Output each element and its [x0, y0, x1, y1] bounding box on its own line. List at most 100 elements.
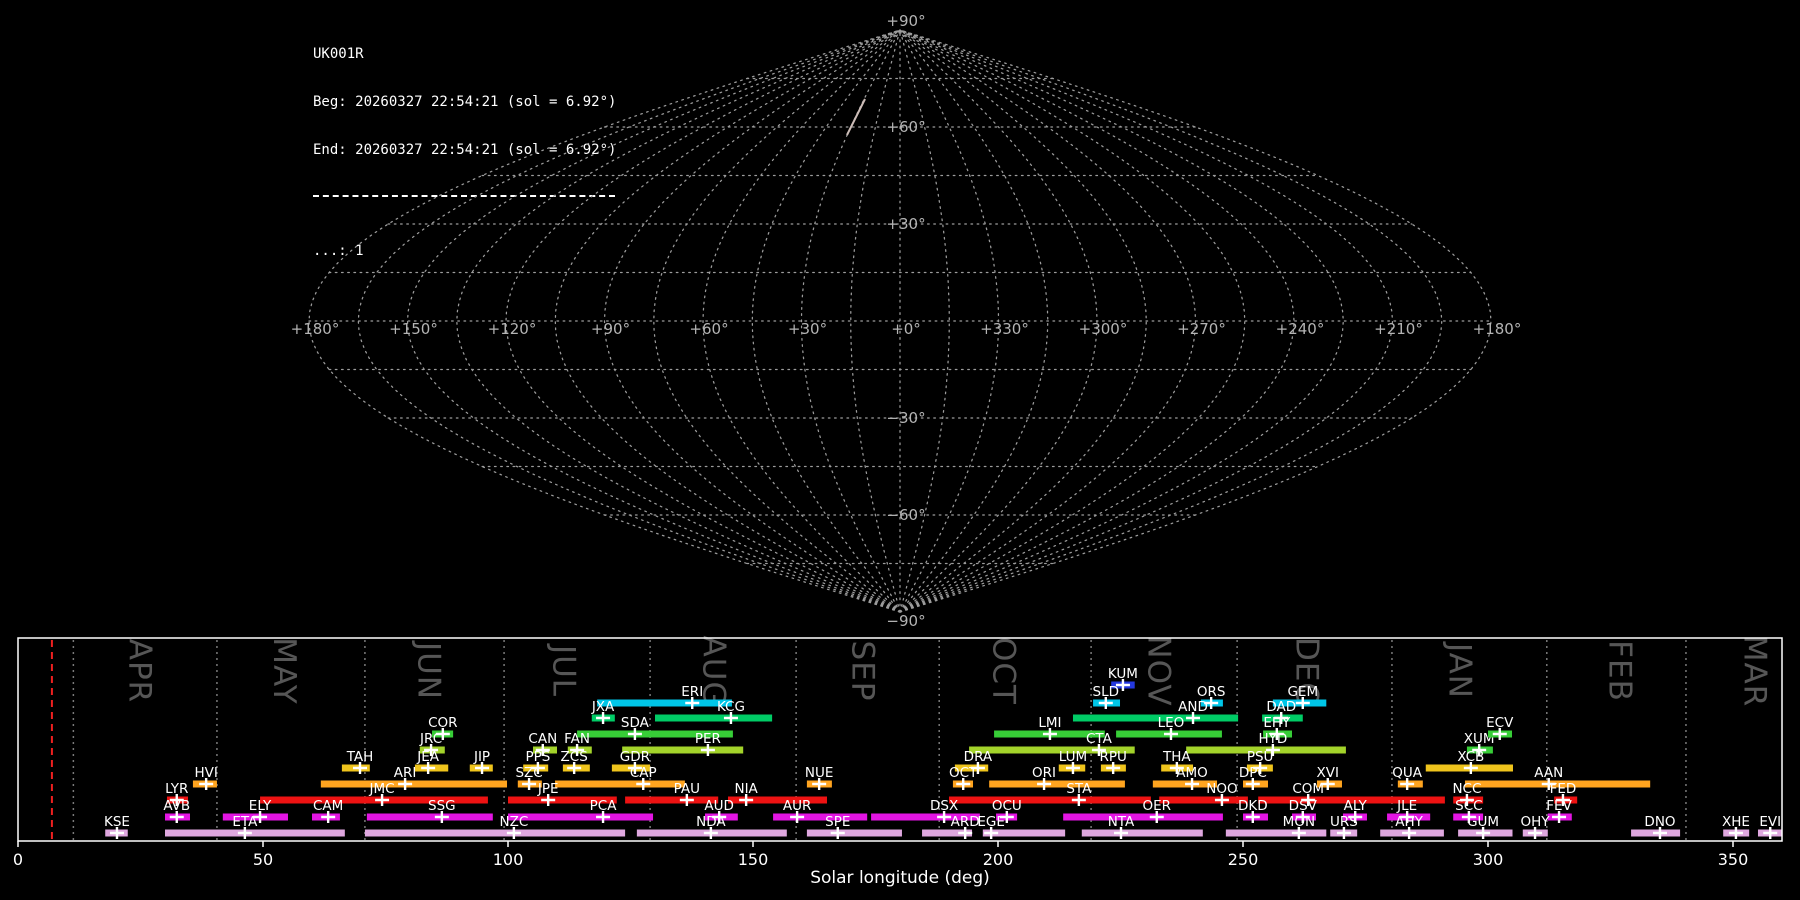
shower-bar — [597, 700, 732, 707]
shower-code-label: DSX — [930, 798, 958, 814]
shower-code-label: SDA — [621, 715, 650, 731]
shower-code-label: URS — [1330, 814, 1358, 830]
shower-xhe: XHE — [1722, 814, 1750, 839]
shower-code-label: ZCS — [561, 749, 588, 765]
month-label: MAR — [1737, 635, 1773, 708]
shower-code-label: XVI — [1317, 765, 1339, 781]
tick-label: 0 — [13, 850, 23, 869]
shower-code-label: JEA — [416, 749, 440, 765]
shower-zcs: ZCS — [561, 749, 590, 774]
lon-label: +30° — [788, 320, 827, 338]
shower-code-label: SPE — [825, 814, 850, 830]
shower-code-label: XHE — [1722, 814, 1750, 830]
lon-label: +150° — [389, 320, 438, 338]
shower-bar — [367, 814, 493, 821]
lat-label: −60° — [886, 506, 925, 524]
shower-layer: KUMERISLDORSGEMJXAKCGANDDADCORSDALMILEOE… — [104, 666, 1782, 839]
shower-code-label: GDR — [620, 749, 650, 765]
shower-code-label: AMO — [1176, 765, 1208, 781]
tick-label: 350 — [1718, 850, 1749, 869]
lat-label: −30° — [886, 409, 925, 427]
shower-code-label: THA — [1162, 749, 1191, 765]
shower-code-label: MON — [1283, 814, 1315, 830]
shower-bar — [949, 797, 1151, 804]
shower-mon: MON — [1226, 814, 1326, 839]
shower-bar — [1159, 797, 1248, 804]
shower-code-label: KSE — [104, 814, 130, 830]
shower-code-label: EHY — [1263, 715, 1291, 731]
x-axis-title: Solar longitude (deg) — [810, 868, 990, 888]
lon-label: +300° — [1079, 320, 1128, 338]
shower-oct: OCT — [949, 765, 978, 790]
lat-label: +60° — [886, 118, 925, 136]
shower-code-label: ECV — [1486, 715, 1514, 731]
shower-code-label: LEO — [1158, 715, 1185, 731]
shower-bar — [989, 781, 1125, 788]
shower-bar — [807, 830, 902, 837]
shower-code-label: FAN — [564, 731, 590, 747]
shower-bar — [773, 814, 867, 821]
lon-label: +270° — [1177, 320, 1226, 338]
shower-code-label: RPU — [1099, 749, 1126, 765]
shower-code-label: LMI — [1038, 715, 1061, 731]
month-label: JAN — [1442, 641, 1478, 699]
shower-code-label: ARD — [951, 814, 980, 830]
shower-code-label: DPC — [1239, 765, 1267, 781]
shower-gum: GUM — [1458, 814, 1512, 839]
shower-code-label: PCA — [590, 798, 618, 814]
shower-code-label: PER — [695, 731, 721, 747]
month-label: NOV — [1140, 635, 1176, 706]
lon-label: +60° — [689, 320, 728, 338]
shower-code-label: SLD — [1093, 684, 1120, 700]
shower-code-label: ELY — [249, 798, 272, 814]
month-label: OCT — [985, 637, 1021, 705]
month-label: APR — [122, 639, 158, 703]
shower-code-label: OHY — [1521, 814, 1551, 830]
shower-bar — [1082, 830, 1203, 837]
lon-label: +180° — [1473, 320, 1522, 338]
shower-code-label: NIA — [734, 781, 758, 797]
sky-map-labels: +180°+150°+120°+90°+60°+30°+0°+330°+300°… — [291, 12, 1522, 630]
shower-code-label: SZC — [515, 765, 542, 781]
shower-code-label: PAU — [674, 781, 700, 797]
shower-bar — [365, 830, 625, 837]
shower-hvi: HVI — [193, 765, 218, 790]
month-label: FEB — [1601, 640, 1637, 702]
shower-code-label: KUM — [1108, 666, 1138, 682]
radiant-drift-line — [847, 99, 865, 135]
shower-code-label: AUR — [783, 798, 812, 814]
shower-code-label: AVB — [163, 798, 190, 814]
shower-bar — [321, 781, 507, 788]
shower-code-label: NCC — [1452, 781, 1481, 797]
shower-code-label: SCC — [1455, 798, 1482, 814]
shower-code-label: DRA — [964, 749, 993, 765]
shower-code-label: GEM — [1287, 684, 1318, 700]
shower-sld: SLD — [1093, 684, 1120, 709]
shower-code-label: NZC — [499, 814, 528, 830]
x-axis: 050100150200250300350Solar longitude (de… — [13, 841, 1748, 888]
shower-code-label: STA — [1066, 781, 1092, 797]
plot-canvas: +180°+150°+120°+90°+60°+30°+0°+330°+300°… — [0, 0, 1800, 900]
shower-ege: EGE — [977, 814, 1065, 839]
shower-code-label: XCB — [1457, 749, 1484, 765]
shower-code-label: SSG — [428, 798, 456, 814]
shower-code-label: NTA — [1108, 814, 1135, 830]
shower-code-label: CAM — [313, 798, 343, 814]
shower-code-label: ETA — [232, 814, 258, 830]
shower-rpu: RPU — [1099, 749, 1126, 774]
shower-code-label: ERI — [681, 684, 703, 700]
shower-code-label: CAP — [630, 765, 657, 781]
shower-qua: QUA — [1392, 765, 1423, 790]
shower-code-label: CAN — [528, 731, 557, 747]
shower-jip: JIP — [470, 749, 493, 774]
shower-dno: DNO — [1631, 814, 1680, 839]
shower-dpc: DPC — [1239, 765, 1268, 790]
shower-code-label: COR — [428, 715, 457, 731]
shower-code-label: NDA — [696, 814, 726, 830]
shower-code-label: PPS — [525, 749, 550, 765]
shower-code-label: QUA — [1392, 765, 1423, 781]
shower-nda: NDA — [637, 814, 787, 839]
month-label: MAY — [266, 637, 302, 704]
shower-code-label: LYR — [165, 781, 188, 797]
tick-label: 150 — [738, 850, 769, 869]
